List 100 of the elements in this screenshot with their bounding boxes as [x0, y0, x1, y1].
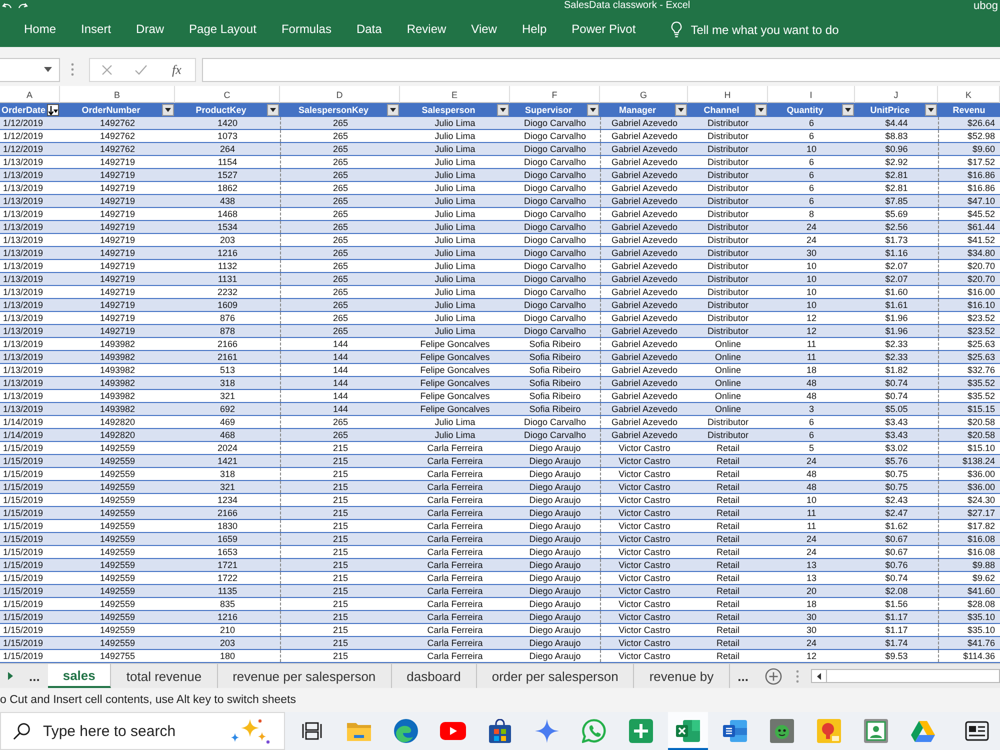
filter-button[interactable] — [842, 104, 854, 116]
table-cell: Gabriel Azevedo — [600, 234, 688, 246]
table-cell-text: Distributor — [706, 221, 750, 233]
table-cell-text: Diogo Carvalho — [522, 182, 588, 194]
table-cell-text: 1492559 — [98, 442, 136, 454]
table-cell-text: $8.83 — [884, 130, 909, 142]
table-cell-text: 2166 — [216, 338, 239, 350]
search-box[interactable]: Type here to search — [0, 712, 285, 750]
filter-button[interactable] — [587, 104, 599, 116]
table-cell-text: 1/14/2019 — [2, 416, 44, 428]
table-cell-text: 30 — [805, 611, 818, 623]
table-cell-text: Distributor — [706, 416, 750, 428]
table-cell: Gabriel Azevedo — [600, 143, 688, 155]
ribbon-tab[interactable]: Data — [356, 18, 382, 40]
vertical-dots-icon[interactable] — [71, 63, 74, 76]
sheet-tab[interactable]: sales — [48, 664, 112, 688]
table-cell-text: 1/13/2019 — [2, 208, 44, 220]
column-header: Channel — [704, 104, 740, 116]
table-cell-text: Diego Araujo — [528, 572, 582, 584]
table-cell-text: 13 — [805, 559, 818, 571]
filter-button[interactable] — [386, 104, 399, 116]
filter-button[interactable] — [674, 104, 687, 116]
table-cell: 265 — [280, 286, 400, 298]
table-cell-text: 513 — [218, 364, 236, 376]
table-cell-text: 1492820 — [98, 416, 136, 428]
table-cell-text: 11 — [806, 351, 818, 363]
filter-button[interactable] — [497, 104, 509, 116]
table-cell-text: $2.56 — [884, 221, 909, 233]
table-cell-text: 1/14/2019 — [2, 429, 44, 441]
ribbon-tab[interactable]: View — [471, 18, 497, 40]
ribbon-tab[interactable]: Home — [24, 18, 56, 40]
table-cell-text: 1492559 — [98, 585, 136, 597]
table-cell-text: $5.05 — [884, 403, 909, 415]
search-field[interactable]: Type here to search — [43, 720, 218, 742]
table-cell-text: Distributor — [706, 130, 750, 142]
table-cell-text: 876 — [218, 312, 236, 324]
table-cell-text: 1492820 — [98, 429, 136, 441]
column-header: OrderDate — [1, 104, 46, 116]
redo-icon[interactable] — [18, 2, 28, 10]
triangle-icon — [911, 720, 935, 742]
table-cell: Gabriel Azevedo — [600, 286, 688, 298]
table-cell-text: 878 — [218, 325, 236, 337]
sparkle-icon[interactable] — [230, 718, 270, 744]
shopping-bag-icon — [489, 719, 511, 743]
table-cell-text: $1.17 — [884, 611, 909, 623]
table-cell-text: Julio Lima — [434, 247, 476, 259]
caret-icon[interactable] — [816, 672, 821, 680]
table-cell: $16.10 — [938, 299, 1000, 311]
table-cell: Victor Castro — [600, 507, 688, 519]
table-cell-text: 6 — [808, 416, 815, 428]
table-cell: $27.17 — [938, 507, 1000, 519]
table-cell-text: 1/15/2019 — [2, 468, 44, 480]
vertical-dots-icon[interactable] — [796, 670, 799, 682]
table-cell-text: 1830 — [216, 520, 239, 532]
table-cell-text: 48 — [805, 481, 818, 493]
person-tile-icon — [864, 719, 888, 743]
table-cell-text: 203 — [218, 234, 236, 246]
filter-button[interactable] — [266, 104, 279, 116]
window-title: SalesData classwork - Excel — [564, 0, 690, 12]
undo-icon[interactable] — [2, 2, 12, 10]
table-cell-text: 48 — [805, 390, 818, 402]
table-cell: 265 — [280, 429, 400, 441]
filter-button[interactable] — [924, 104, 937, 116]
table-cell-text: 1131 — [216, 273, 238, 285]
table-cell-text: 1492559 — [98, 533, 136, 545]
caret-icon — [500, 108, 506, 112]
ribbon-tab[interactable]: Formulas — [281, 18, 332, 40]
plus-circle-icon[interactable] — [764, 668, 782, 684]
ribbon-tab[interactable]: Power Pivot — [572, 18, 636, 40]
table-cell-text: 1492719 — [98, 182, 136, 194]
tell-me-button[interactable]: Tell me what you want to do — [670, 21, 839, 38]
ribbon-tab[interactable]: Help — [522, 18, 547, 40]
table-cell-text: Retail — [715, 455, 740, 467]
filter-button[interactable] — [162, 104, 174, 116]
table-cell: Gabriel Azevedo — [600, 403, 688, 415]
table-cell-text: 318 — [218, 468, 236, 480]
table-cell-text: 1493982 — [98, 377, 136, 389]
table-cell-text: 318 — [218, 377, 236, 389]
insert-function-button[interactable]: fx — [170, 62, 184, 78]
table-cell-text: Distributor — [706, 247, 750, 259]
account-name[interactable]: ubog — [974, 0, 998, 12]
ribbon-tab[interactable]: Insert — [81, 18, 112, 40]
table-cell: Gabriel Azevedo — [600, 351, 688, 363]
table-cell-text: Sofia Ribeiro — [528, 364, 582, 376]
table-cell: Victor Castro — [600, 455, 688, 467]
ribbon-tab[interactable]: Draw — [136, 18, 164, 40]
more-sheets-button[interactable]: ... — [730, 664, 757, 688]
table-cell-text: 1/15/2019 — [2, 611, 44, 623]
more-sheets-button[interactable]: ... — [21, 664, 48, 688]
horizontal-scrollbar[interactable] — [810, 669, 1000, 683]
table-cell-text: Diogo Carvalho — [522, 156, 588, 168]
filter-button[interactable] — [754, 104, 767, 116]
ribbon-tab[interactable]: Page Layout — [189, 18, 256, 40]
table-cell-text: Distributor — [706, 169, 750, 181]
table-cell: 265 — [280, 208, 400, 220]
table-cell-text: $1.96 — [884, 325, 909, 337]
table-cell-text: Carla Ferreira — [426, 572, 484, 584]
ribbon-tab[interactable]: Review — [406, 18, 446, 40]
filter-button[interactable] — [46, 104, 59, 116]
formula-field[interactable] — [202, 58, 1000, 82]
